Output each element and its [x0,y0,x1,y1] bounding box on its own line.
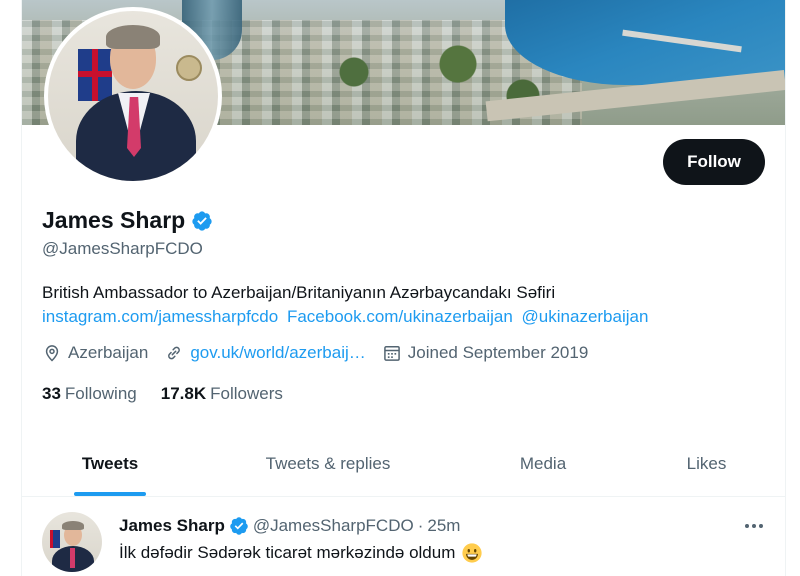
link-icon [168,346,181,360]
decorative-plate [176,55,202,81]
avatar-photo [48,11,218,181]
tweet-text: İlk dəfədir Sədərək ticarət mərkəzində o… [119,542,483,564]
website-item: gov.uk/world/azerbaij… [164,343,366,363]
right-gutter [785,0,800,576]
tweet-header: James Sharp @JamesSharpFCDO · 25m [119,516,460,536]
calendar-icon [383,346,400,361]
more-options-icon[interactable] [742,516,766,536]
location-text: Azerbaijan [68,343,149,362]
tweet-body: İlk dəfədir Sədərək ticarət mərkəzində o… [119,543,456,562]
tab-tweets-and-replies[interactable]: Tweets & replies [198,432,458,496]
mini-tie [70,548,75,568]
profile-handle: @JamesSharpFCDO [42,239,203,258]
joined-item: Joined September 2019 [382,343,589,363]
tweet-timestamp[interactable]: 25m [427,516,460,536]
bio-link-instagram[interactable]: instagram.com/jamessharpfcdo [42,307,278,326]
follow-button[interactable]: Follow [663,139,765,185]
verified-badge-icon[interactable] [191,210,213,232]
profile-tabs: Tweets Tweets & replies Media Likes [22,432,785,497]
followers-count: 17.8K [160,384,207,403]
mini-hair [62,521,84,530]
follow-counts: 33 Following 17.8K Followers [42,384,283,404]
tab-media[interactable]: Media [458,432,628,496]
tweet-item[interactable]: James Sharp @JamesSharpFCDO · 25m İlk də… [22,498,785,576]
profile-avatar[interactable] [44,7,222,185]
website-link[interactable]: gov.uk/world/azerbaij… [190,343,365,363]
following-label: Following [64,384,137,403]
tab-likes[interactable]: Likes [628,432,785,496]
followers-label: Followers [210,384,283,403]
following-link[interactable]: 33 Following [42,384,137,404]
profile-meta: Azerbaijan gov.uk/world/azerbaij… Joined… [42,343,604,363]
tweet-avatar[interactable] [42,512,102,572]
joined-text: Joined September 2019 [407,343,589,362]
left-gutter [0,0,22,576]
grinning-face-emoji [462,543,483,563]
followers-link[interactable]: 17.8K Followers [161,384,283,404]
following-count: 33 [42,384,61,403]
display-name: James Sharp [42,207,186,233]
location-pin-icon [45,345,59,362]
tweet-author-name[interactable]: James Sharp [119,516,225,536]
mini-union-flag [50,530,60,548]
bio-link-facebook[interactable]: Facebook.com/ukinazerbaijan [287,307,513,326]
tab-media-label: Media [519,454,567,473]
tab-likes-label: Likes [686,454,727,473]
tweet-author-handle[interactable]: @JamesSharpFCDO [253,516,414,536]
tab-replies-label: Tweets & replies [265,454,391,473]
tweet-separator: · [417,516,424,535]
verified-badge-icon [230,517,248,535]
tab-tweets-label: Tweets [81,454,139,473]
active-tab-indicator [74,492,146,496]
union-flag [78,49,112,101]
location-item: Azerbaijan [42,343,148,363]
bio-link-mention[interactable]: @ukinazerbaijan [522,307,649,326]
tab-tweets[interactable]: Tweets [22,432,198,496]
hair [106,25,160,49]
bio-links: instagram.com/jamessharpfcdo Facebook.co… [42,305,652,329]
profile-bio: British Ambassador to Azerbaijan/Britani… [42,283,556,302]
profile-name-row: James Sharp [42,207,213,234]
